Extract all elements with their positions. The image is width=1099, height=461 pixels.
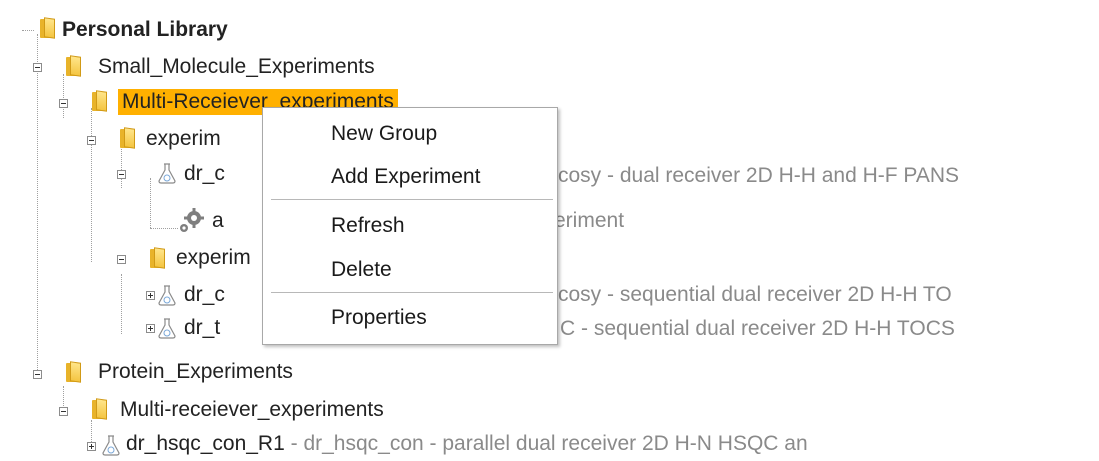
folder-icon xyxy=(66,55,82,77)
process-item-description: eriment xyxy=(554,209,625,232)
flask-icon xyxy=(158,163,176,184)
experiment-item-description: C - sequential dual receiver 2D H-H TOCS xyxy=(560,317,955,340)
folder-icon xyxy=(120,127,136,149)
tree-guide xyxy=(150,178,151,228)
tree-guide xyxy=(91,108,92,262)
experiment-item-name[interactable]: dr_hsqc_con_R1 xyxy=(126,432,285,455)
collapse-toggle-icon[interactable] xyxy=(33,370,42,379)
context-menu: New Group Add Experiment Refresh Delete … xyxy=(262,107,558,345)
folder-icon xyxy=(92,398,108,420)
add-experiment-menu-item[interactable]: Add Experiment xyxy=(331,164,480,190)
collapse-toggle-icon[interactable] xyxy=(59,99,68,108)
collapse-toggle-icon[interactable] xyxy=(59,407,68,416)
tree-guide xyxy=(150,228,178,229)
flask-icon xyxy=(102,435,120,456)
personal-library-label[interactable]: Personal Library xyxy=(62,17,228,43)
expand-toggle-icon[interactable] xyxy=(87,442,96,451)
collapse-toggle-icon[interactable] xyxy=(33,63,42,72)
tree-guide xyxy=(63,74,64,118)
collapse-toggle-icon[interactable] xyxy=(117,255,126,264)
expand-toggle-icon[interactable] xyxy=(146,291,155,300)
menu-separator xyxy=(271,199,553,200)
tree-guide xyxy=(37,34,38,370)
menu-separator xyxy=(271,292,553,293)
flask-icon xyxy=(158,285,176,306)
experiment-folder-node[interactable]: experim xyxy=(176,245,251,271)
multi-receiver-experiments-node[interactable]: Multi-receiever_experiments xyxy=(120,397,384,423)
new-group-menu-item[interactable]: New Group xyxy=(331,121,437,147)
experiment-item-label[interactable]: dr_hsqc_con_R1 - dr_hsqc_con - parallel … xyxy=(126,431,808,457)
experiment-item-description: cosy - sequential dual receiver 2D H-H T… xyxy=(558,283,952,306)
delete-menu-item[interactable]: Delete xyxy=(331,257,392,283)
small-molecule-experiments-node[interactable]: Small_Molecule_Experiments xyxy=(98,54,375,80)
process-item-label[interactable]: a xyxy=(212,208,224,234)
experiment-item-label[interactable]: dr_t xyxy=(184,315,220,341)
experiment-folder-node[interactable]: experim xyxy=(146,126,221,152)
folder-icon xyxy=(40,17,56,39)
properties-menu-item[interactable]: Properties xyxy=(331,305,427,331)
folder-icon xyxy=(150,247,166,269)
experiment-item-label[interactable]: dr_c xyxy=(184,282,225,308)
refresh-menu-item[interactable]: Refresh xyxy=(331,213,405,239)
experiment-item-description: cosy - dual receiver 2D H-H and H-F PANS xyxy=(558,164,960,187)
gear-icon xyxy=(180,208,204,232)
expand-toggle-icon[interactable] xyxy=(146,324,155,333)
experiment-item-description: - dr_hsqc_con - parallel dual receiver 2… xyxy=(284,432,808,455)
collapse-toggle-icon[interactable] xyxy=(87,136,96,145)
tree-guide xyxy=(121,144,122,188)
folder-icon xyxy=(66,361,82,383)
tree-guide xyxy=(22,30,34,31)
protein-experiments-node[interactable]: Protein_Experiments xyxy=(98,359,293,385)
collapse-toggle-icon[interactable] xyxy=(117,170,126,179)
tree-guide xyxy=(121,274,122,334)
flask-icon xyxy=(158,318,176,339)
experiment-item-label[interactable]: dr_c xyxy=(184,161,225,187)
folder-icon xyxy=(92,90,108,112)
